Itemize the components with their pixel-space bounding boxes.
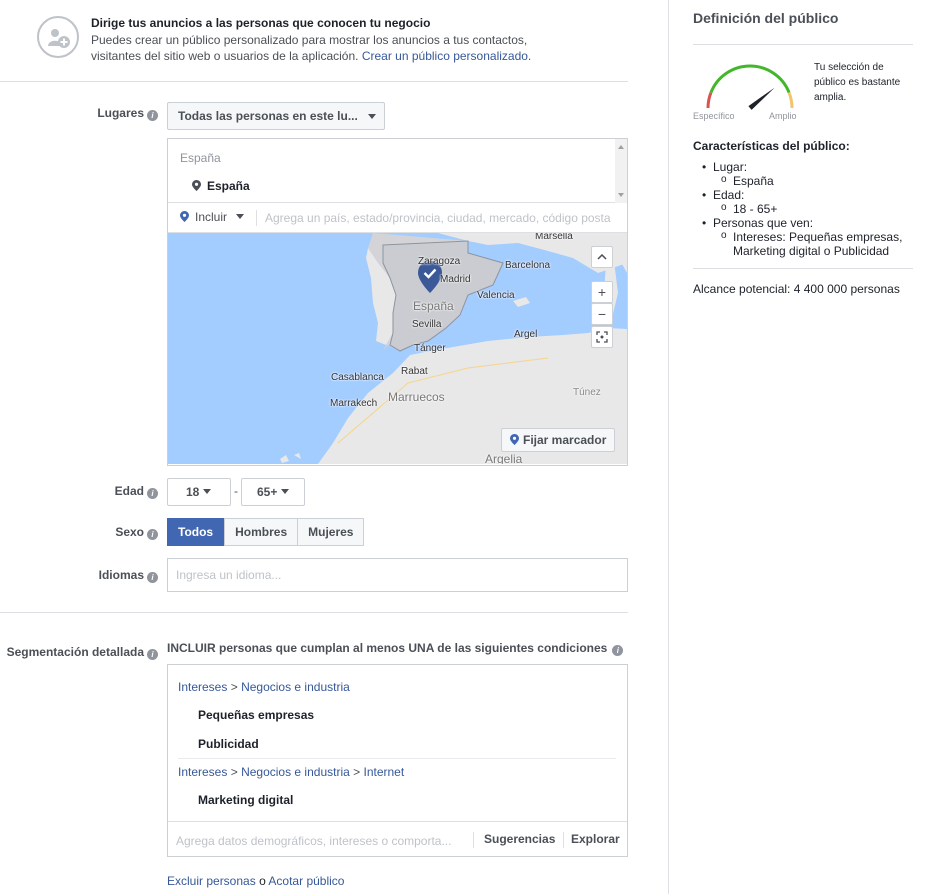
map-label-argel: Argel [514, 329, 538, 340]
char-age-value: 18 - 65+ [693, 201, 918, 216]
gender-option-all[interactable]: Todos [167, 518, 225, 546]
gauge-note: Tu selección de público es bastante ampl… [814, 62, 901, 103]
explore-button[interactable]: Explorar [571, 832, 620, 846]
banner-title: Dirige tus anuncios a las personas que c… [91, 16, 431, 30]
map-label-rabat: Rabat [401, 366, 428, 377]
interest-item[interactable]: Publicidad [198, 737, 259, 751]
gender-option-men[interactable]: Hombres [224, 518, 299, 546]
fullscreen-icon [596, 331, 608, 343]
map-label-marruecos: Marruecos [388, 390, 445, 404]
gauge-label-specific: Específico [693, 111, 735, 121]
detailed-targeting-box: Intereses > Negocios e industria Pequeña… [167, 664, 628, 857]
char-people-value: Intereses: Pequeñas empresas, [693, 229, 918, 244]
suggestions-button[interactable]: Sugerencias [484, 832, 555, 846]
detailed-targeting-header: INCLUIR personas que cumplan al menos UN… [167, 641, 624, 656]
gender-label: Sexo i [60, 525, 158, 540]
fullscreen-button[interactable] [591, 326, 613, 348]
map-label-sevilla: Sevilla [412, 319, 442, 330]
info-icon[interactable]: i [147, 110, 158, 121]
map-label-marsella: Marsella [535, 233, 573, 242]
location-type-dropdown[interactable]: Todas las personas en este lu... [167, 102, 385, 130]
gauge-yellow-segment [787, 91, 794, 109]
location-pin-icon [510, 434, 519, 445]
location-list: España España [168, 139, 627, 203]
age-label: Edad i [60, 484, 158, 499]
age-separator: - [234, 484, 238, 498]
char-age-label: Edad: [693, 188, 918, 202]
map-label-tanger: Tánger [414, 343, 446, 354]
audience-gauge: Específico Amplio [693, 58, 800, 124]
char-people-value-cont: Marketing digital o Publicidad [733, 244, 890, 258]
age-max-dropdown[interactable]: 65+ [241, 478, 305, 506]
sidebar-divider [668, 0, 669, 894]
include-row: Incluir [168, 203, 627, 233]
interest-breadcrumb: Intereses > Negocios e industria > Inter… [178, 765, 405, 779]
map-label-zaragoza: Zaragoza [418, 256, 461, 267]
map-label-valencia: Valencia [477, 290, 515, 301]
gauge-needle [748, 87, 775, 110]
info-icon[interactable]: i [147, 649, 158, 660]
map-label-marrakech: Marrakech [330, 398, 378, 409]
map-collapse-button[interactable] [591, 246, 613, 268]
detailed-targeting-input[interactable] [176, 829, 466, 853]
map-label-barcelona: Barcelona [505, 260, 551, 271]
char-place-label: Lugar: [693, 160, 918, 174]
language-input[interactable] [167, 558, 628, 592]
footer-links: Excluir personas o Acotar público [167, 874, 345, 888]
interest-item[interactable]: Pequeñas empresas [198, 708, 314, 722]
location-search-input[interactable] [265, 206, 617, 230]
chevron-down-icon [368, 114, 376, 119]
location-item[interactable]: España [192, 179, 250, 193]
languages-label: Idiomas i [60, 568, 158, 583]
map-label-madrid: Madrid [440, 274, 471, 285]
info-icon[interactable]: i [147, 572, 158, 583]
divider [0, 81, 628, 82]
map-label-tunez: Túnez [573, 387, 601, 398]
create-custom-audience-link[interactable]: Crear un público personalizado. [362, 49, 531, 63]
potential-reach: Alcance potencial: 4 400 000 personas [693, 282, 900, 296]
narrow-audience-link[interactable]: Acotar público [268, 874, 344, 888]
gauge-green-segment [709, 64, 791, 94]
info-icon[interactable]: i [612, 645, 624, 656]
location-pin-icon [192, 180, 201, 191]
info-icon[interactable]: i [147, 529, 158, 540]
gauge-red-segment [706, 91, 713, 109]
location-list-scrollbar[interactable] [615, 139, 627, 203]
banner-text: Puedes crear un público personalizado pa… [91, 33, 532, 63]
location-pin-icon [180, 211, 189, 222]
exclude-people-link[interactable]: Excluir personas [167, 874, 256, 888]
gender-selector: Todos Hombres Mujeres [167, 518, 365, 546]
locations-label: Lugares i [60, 106, 158, 121]
map-label-argelia: Argelia [485, 452, 523, 464]
chevron-down-icon [202, 489, 211, 494]
interest-breadcrumb: Intereses > Negocios e industria [178, 680, 350, 694]
location-map[interactable]: Marsella Zaragoza Barcelona Madrid Españ… [168, 233, 627, 464]
age-min-dropdown[interactable]: 18 [167, 478, 231, 506]
location-box: España España Incluir Agrega un país, es… [167, 138, 628, 466]
detailed-targeting-label: Segmentación detallada i [0, 645, 158, 660]
zoom-in-button[interactable]: + [591, 281, 613, 303]
divider [0, 612, 628, 613]
map-label-espana: España [413, 299, 454, 313]
audience-characteristics: Lugar: España Edad: 18 - 65+ Personas qu… [693, 160, 918, 258]
gauge-label-broad: Amplio [769, 111, 797, 121]
char-people-label: Personas que ven: [693, 216, 918, 230]
zoom-out-button[interactable]: − [591, 303, 613, 325]
audience-definition-title: Definición del público [693, 10, 839, 26]
include-dropdown[interactable]: Incluir [180, 210, 245, 224]
chevron-up-icon [597, 253, 607, 260]
drop-pin-button[interactable]: Fijar marcador [501, 428, 616, 452]
char-place-value: España [693, 173, 918, 188]
gender-option-women[interactable]: Mujeres [297, 518, 365, 546]
custom-audience-icon [37, 16, 79, 58]
chevron-down-icon [280, 489, 289, 494]
audience-characteristics-title: Características del público: [693, 139, 850, 153]
interest-item[interactable]: Marketing digital [198, 793, 293, 807]
info-icon[interactable]: i [147, 488, 158, 499]
chevron-down-icon [236, 214, 245, 219]
map-label-casablanca: Casablanca [331, 372, 384, 383]
location-list-header: España [180, 151, 221, 165]
